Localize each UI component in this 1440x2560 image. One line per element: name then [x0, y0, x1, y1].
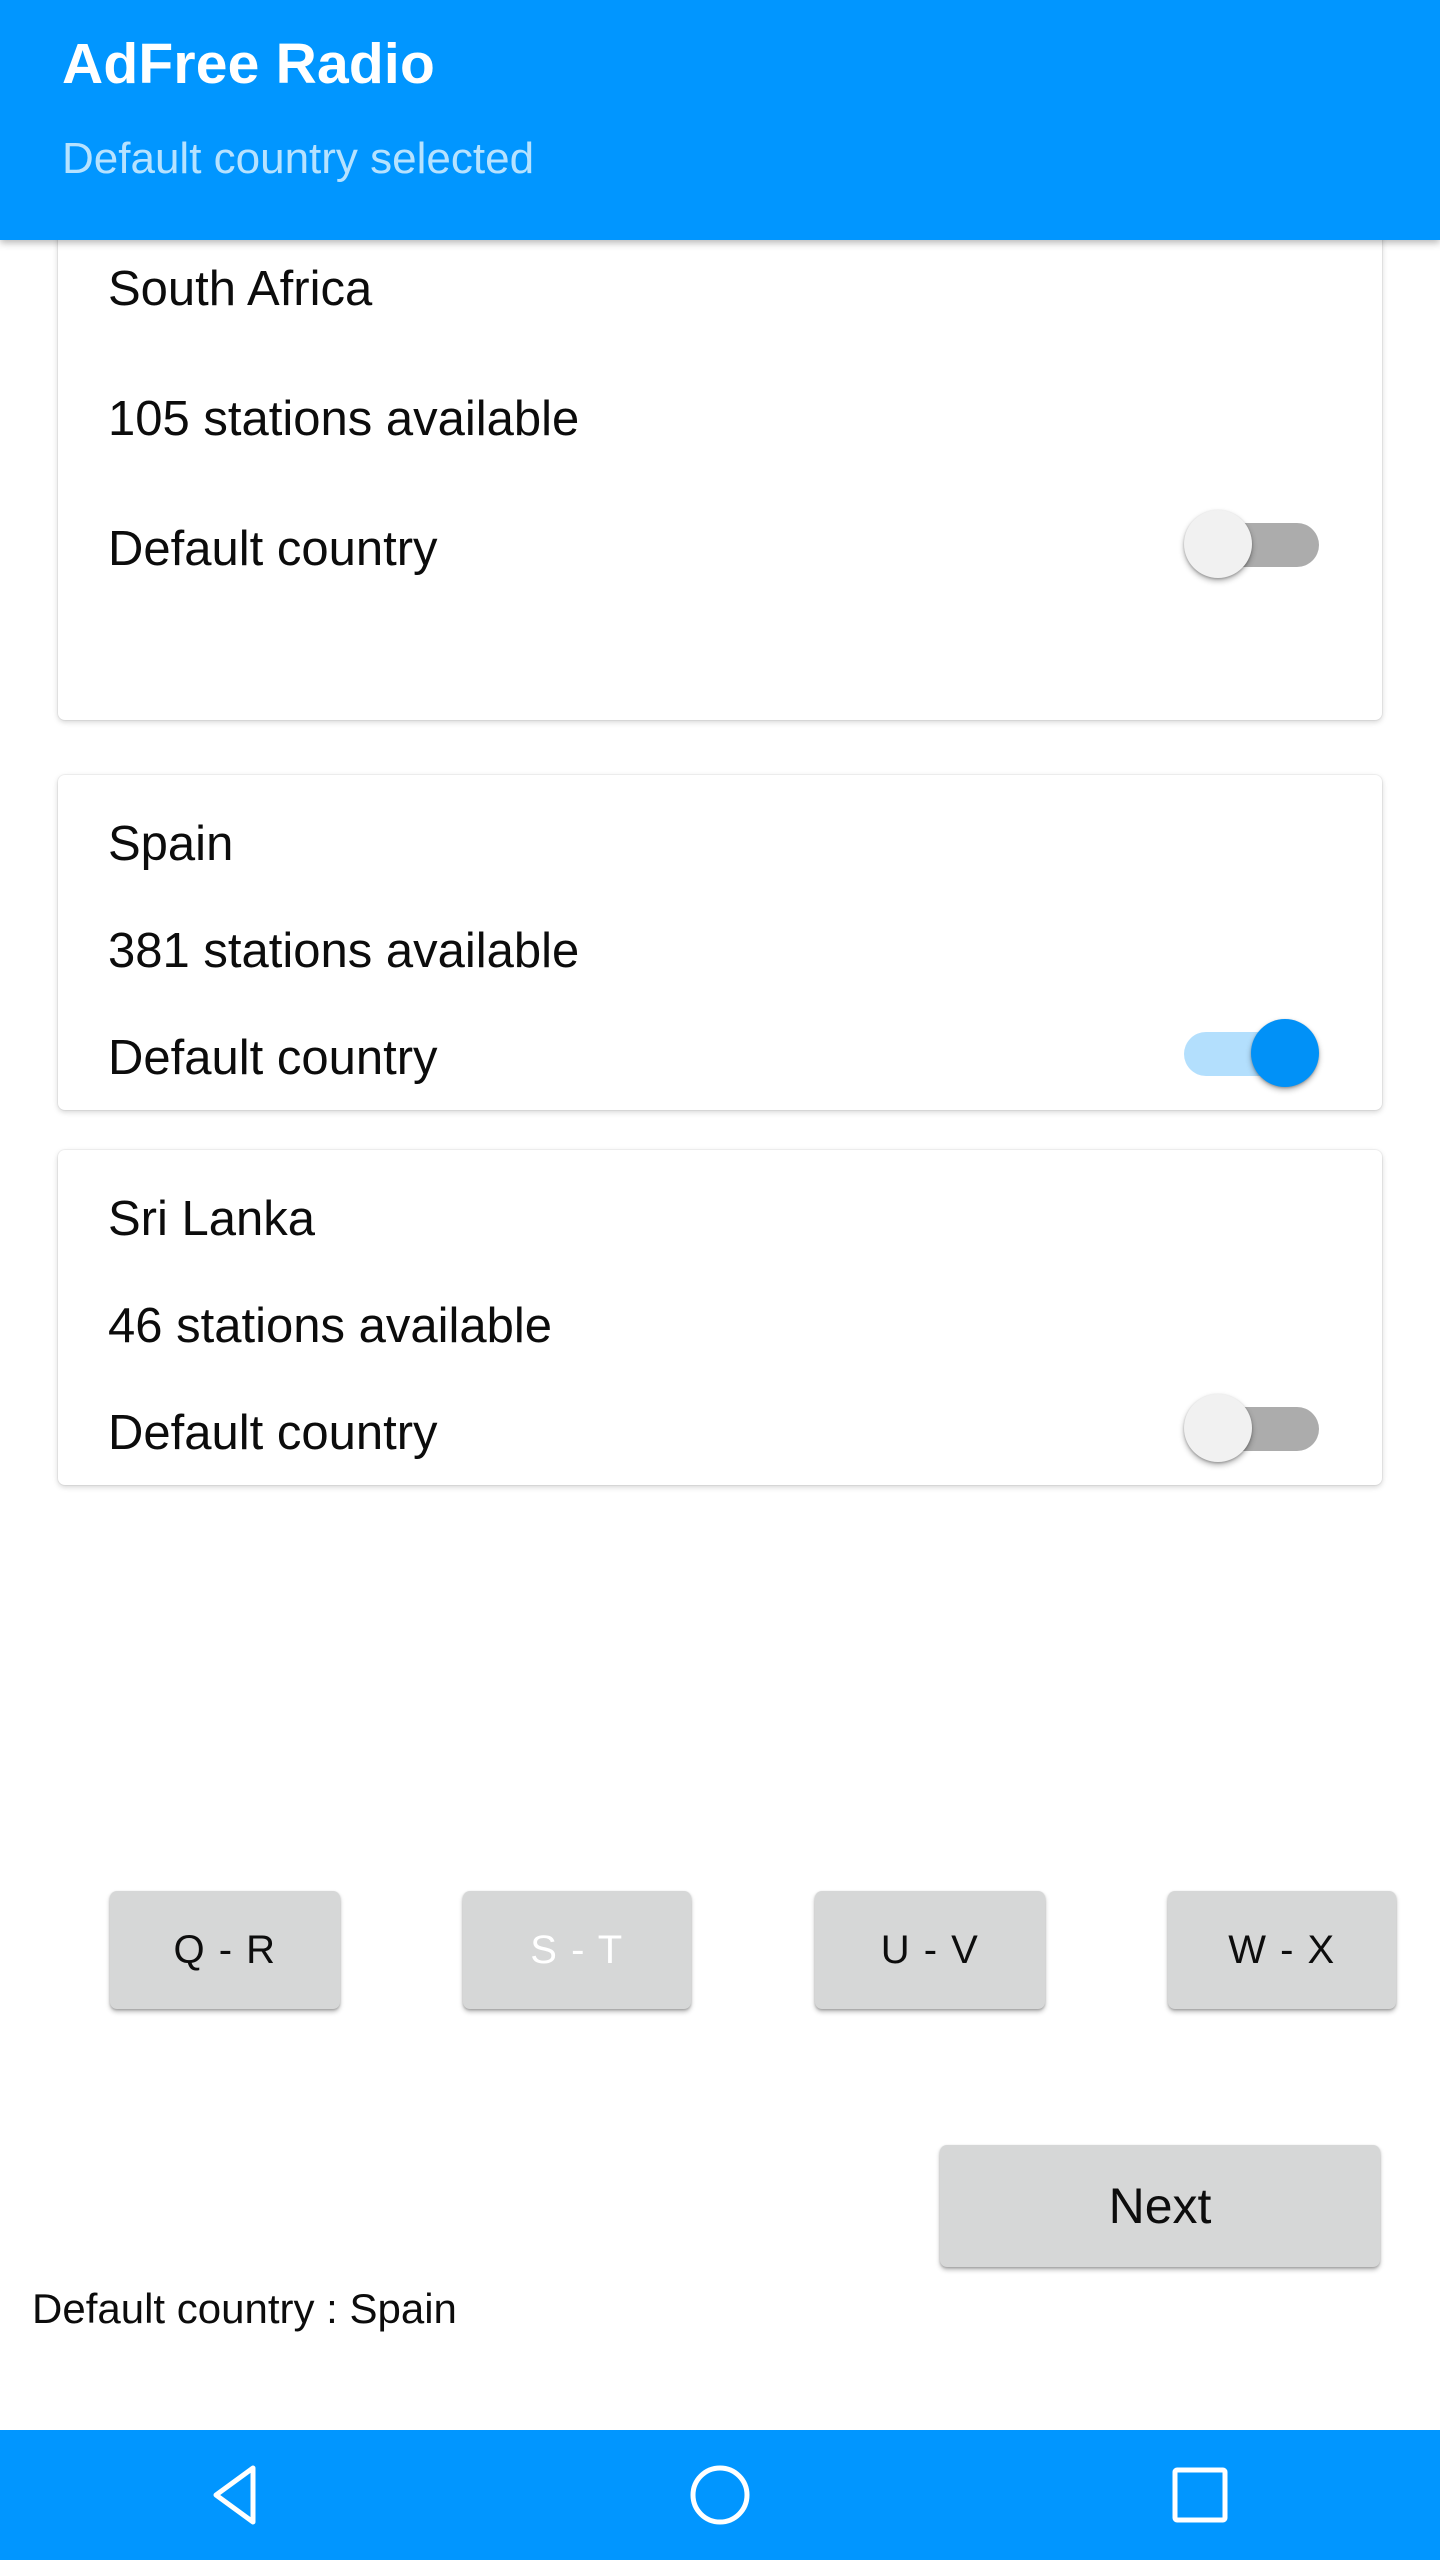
default-country-toggle[interactable] — [1184, 510, 1319, 578]
country-stations-count: 381 stations available — [108, 924, 580, 978]
default-country-toggle[interactable] — [1184, 1394, 1319, 1462]
page-title: AdFree Radio — [62, 32, 435, 96]
country-card-south-africa[interactable]: South Africa 105 stations available Defa… — [58, 240, 1382, 720]
country-name: Spain — [108, 817, 234, 871]
letter-range-button-bar: Q - R S - T U - V W - X — [0, 1880, 1440, 2020]
country-name: South Africa — [108, 262, 373, 316]
default-country-label: Default country — [108, 1031, 438, 1085]
letter-range-button-wx[interactable]: W - X — [1168, 1891, 1396, 2009]
default-country-toggle[interactable] — [1184, 1019, 1319, 1087]
country-list-scroll[interactable]: South Africa 105 stations available Defa… — [0, 240, 1440, 1880]
app-bar: AdFree Radio Default country selected — [0, 0, 1440, 240]
country-stations-count: 46 stations available — [108, 1299, 553, 1353]
nav-back-button[interactable] — [150, 2430, 330, 2560]
toggle-thumb — [1184, 510, 1252, 578]
nav-home-button[interactable] — [630, 2430, 810, 2560]
toggle-thumb — [1184, 1394, 1252, 1462]
letter-range-button-uv[interactable]: U - V — [815, 1891, 1045, 2009]
toggle-thumb — [1251, 1019, 1319, 1087]
next-button[interactable]: Next — [940, 2145, 1380, 2267]
default-country-status: Default country : Spain — [32, 2285, 457, 2332]
home-circle-icon — [690, 2465, 750, 2525]
country-stations-count: 105 stations available — [108, 392, 580, 446]
default-country-label: Default country — [108, 522, 438, 576]
country-card-sri-lanka[interactable]: Sri Lanka 46 stations available Default … — [58, 1150, 1382, 1485]
nav-recents-button[interactable] — [1110, 2430, 1290, 2560]
country-card-spain[interactable]: Spain 381 stations available Default cou… — [58, 775, 1382, 1110]
app-bar-subtitle: Default country selected — [62, 134, 535, 183]
letter-range-button-st[interactable]: S - T — [463, 1891, 691, 2009]
app-screen: AdFree Radio Default country selected So… — [0, 0, 1440, 2560]
back-triangle-icon — [213, 2465, 256, 2525]
default-country-label: Default country — [108, 1406, 438, 1460]
android-navigation-bar — [0, 2430, 1440, 2560]
country-name: Sri Lanka — [108, 1192, 316, 1246]
recents-square-icon — [1172, 2467, 1228, 2523]
letter-range-button-qr[interactable]: Q - R — [110, 1891, 340, 2009]
